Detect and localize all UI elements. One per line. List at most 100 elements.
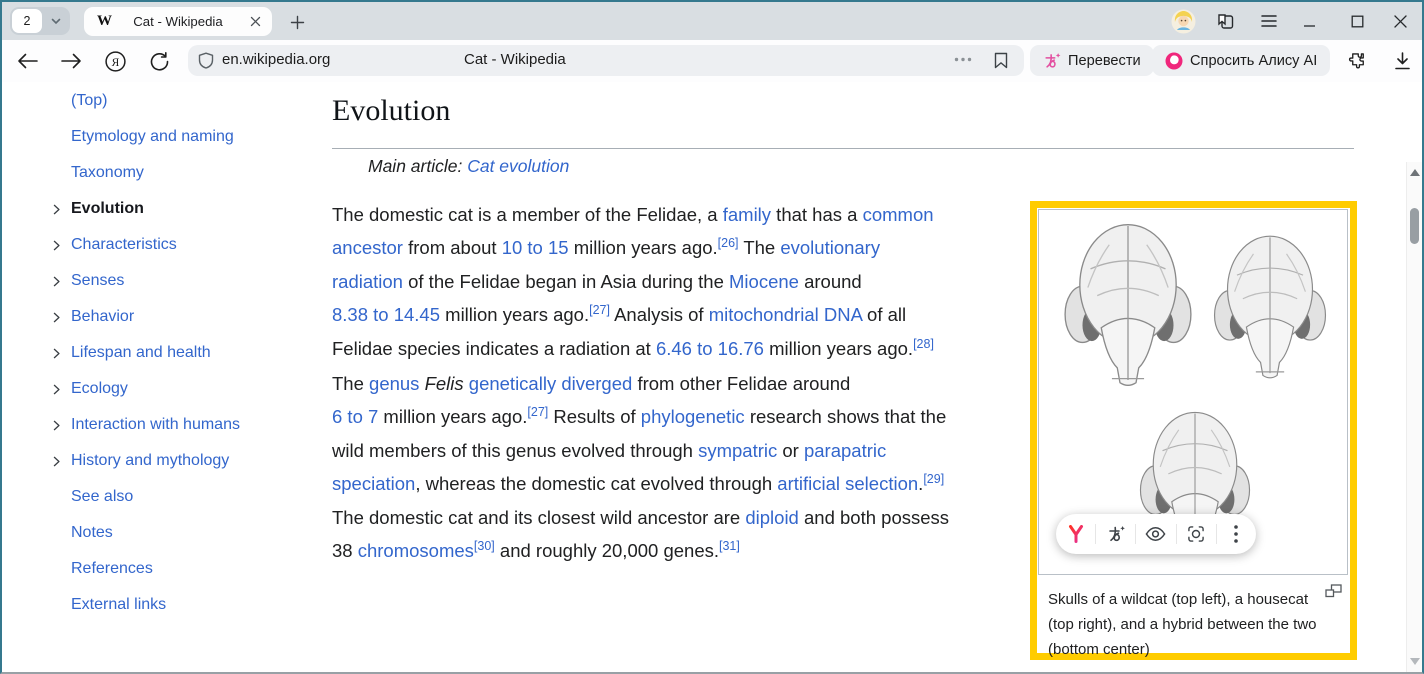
chevron-right-icon[interactable]: [50, 203, 71, 216]
chevron-right-icon[interactable]: [50, 419, 71, 432]
tab-close-icon[interactable]: [248, 14, 263, 29]
skulls-image[interactable]: [1038, 209, 1348, 575]
sidebar-item[interactable]: Evolution: [50, 191, 325, 227]
wiki-link[interactable]: Miocene: [729, 271, 799, 292]
sidebar-item-label: Ecology: [71, 380, 128, 398]
wiki-link[interactable]: family: [723, 204, 771, 225]
close-button[interactable]: [1386, 2, 1414, 40]
toolbar-divider: [1176, 524, 1177, 544]
hatnote-link[interactable]: Cat evolution: [467, 156, 569, 176]
sidebar-item[interactable]: Interaction with humans: [50, 407, 325, 443]
back-icon[interactable]: [12, 40, 42, 82]
side-panel-icon[interactable]: [1211, 2, 1239, 40]
reference-link[interactable]: [26]: [718, 236, 739, 250]
reference-link[interactable]: [30]: [474, 539, 495, 553]
eye-icon[interactable]: [1143, 521, 1169, 547]
shield-icon[interactable]: [198, 52, 214, 69]
ask-alice-button[interactable]: Спросить Алису AI: [1152, 45, 1330, 76]
chevron-right-icon[interactable]: [50, 275, 71, 288]
browser-window: 2 W Cat - Wikipedia: [0, 0, 1424, 674]
scroll-up-arrow-icon[interactable]: [1410, 169, 1420, 176]
maximize-button[interactable]: [1343, 2, 1371, 40]
text-run: Felis: [425, 373, 464, 394]
sidebar-item[interactable]: External links: [50, 587, 325, 623]
tab-count[interactable]: 2: [12, 9, 42, 33]
image-search-icon[interactable]: [1183, 521, 1209, 547]
wiki-link[interactable]: ancestor: [332, 237, 403, 258]
wiki-link[interactable]: 8.38 to 14.45: [332, 304, 440, 325]
wiki-link[interactable]: 10 to 15: [502, 237, 569, 258]
sidebar-item[interactable]: Senses: [50, 263, 325, 299]
sidebar-item[interactable]: Lifespan and health: [50, 335, 325, 371]
wiki-link[interactable]: speciation: [332, 473, 415, 494]
reference-link[interactable]: [29]: [923, 472, 944, 486]
sidebar-item[interactable]: (Top): [50, 83, 325, 119]
sidebar-item[interactable]: Characteristics: [50, 227, 325, 263]
text-run: from about: [403, 237, 502, 258]
extensions-icon[interactable]: [1342, 40, 1372, 82]
sidebar-item-label: External links: [71, 596, 166, 614]
more-actions-icon[interactable]: [954, 57, 972, 62]
sidebar-item[interactable]: Behavior: [50, 299, 325, 335]
wiki-link[interactable]: common: [863, 204, 934, 225]
text-run: from other Felidae around: [632, 373, 850, 394]
scroll-down-arrow-icon[interactable]: [1410, 658, 1420, 665]
chevron-right-icon[interactable]: [50, 455, 71, 468]
kebab-menu-icon[interactable]: [1223, 521, 1249, 547]
chevron-right-icon[interactable]: [50, 239, 71, 252]
sidebar-item[interactable]: Ecology: [50, 371, 325, 407]
forward-icon[interactable]: [56, 40, 86, 82]
reference-link[interactable]: [27]: [527, 405, 548, 419]
minimize-button[interactable]: [1295, 2, 1323, 40]
wiki-link[interactable]: parapatric: [804, 440, 886, 461]
wiki-link[interactable]: phylogenetic: [641, 406, 745, 427]
wiki-link[interactable]: 6.46 to 16.76: [656, 338, 764, 359]
reference-link[interactable]: [27]: [589, 303, 610, 317]
sidebar-item[interactable]: Notes: [50, 515, 325, 551]
vertical-scrollbar[interactable]: [1406, 162, 1422, 672]
menu-icon[interactable]: [1255, 2, 1283, 40]
sidebar-item[interactable]: History and mythology: [50, 443, 325, 479]
translate-image-icon[interactable]: [1103, 521, 1129, 547]
new-tab-button[interactable]: [284, 9, 310, 35]
downloads-icon[interactable]: [1387, 40, 1417, 82]
address-bar[interactable]: en.wikipedia.org Cat - Wikipedia: [188, 45, 1024, 76]
yandex-browser-icon[interactable]: Я: [100, 40, 130, 82]
heading-divider: [332, 148, 1354, 149]
expand-figure-icon[interactable]: [1325, 584, 1342, 598]
wiki-link[interactable]: evolutionary: [780, 237, 880, 258]
sidebar-item[interactable]: Taxonomy: [50, 155, 325, 191]
sidebar-item-label: Taxonomy: [71, 164, 144, 182]
sidebar-item[interactable]: Etymology and naming: [50, 119, 325, 155]
chevron-right-icon[interactable]: [50, 311, 71, 324]
sidebar-item[interactable]: See also: [50, 479, 325, 515]
tab-count-widget[interactable]: 2: [10, 7, 70, 35]
text-run: Results of: [548, 406, 641, 427]
wiki-link[interactable]: genetically diverged: [469, 373, 633, 394]
yandex-logo-icon[interactable]: [1063, 521, 1089, 547]
bookmark-icon[interactable]: [994, 52, 1008, 69]
chevron-right-icon[interactable]: [50, 347, 71, 360]
translate-icon: [1043, 52, 1061, 70]
wiki-link[interactable]: artificial selection: [777, 473, 918, 494]
chevron-down-icon[interactable]: [42, 15, 70, 27]
scrollbar-thumb[interactable]: [1410, 208, 1419, 244]
wiki-link[interactable]: radiation: [332, 271, 403, 292]
reference-link[interactable]: [28]: [913, 337, 934, 351]
reference-link[interactable]: [31]: [719, 539, 740, 553]
text-run: around: [799, 271, 862, 292]
text-run: or: [777, 440, 804, 461]
wiki-link[interactable]: genus: [369, 373, 419, 394]
wiki-link[interactable]: diploid: [745, 507, 799, 528]
wiki-link[interactable]: chromosomes: [358, 540, 474, 561]
wiki-link[interactable]: 6 to 7: [332, 406, 378, 427]
sidebar-item-label: See also: [71, 488, 133, 506]
sidebar-item[interactable]: References: [50, 551, 325, 587]
refresh-icon[interactable]: [144, 40, 174, 82]
chevron-right-icon[interactable]: [50, 383, 71, 396]
profile-avatar[interactable]: [1169, 2, 1197, 40]
wiki-link[interactable]: sympatric: [698, 440, 777, 461]
wiki-link[interactable]: mitochondrial DNA: [709, 304, 862, 325]
tab-cat-wikipedia[interactable]: W Cat - Wikipedia: [84, 7, 272, 36]
translate-button[interactable]: Перевести: [1030, 45, 1154, 76]
